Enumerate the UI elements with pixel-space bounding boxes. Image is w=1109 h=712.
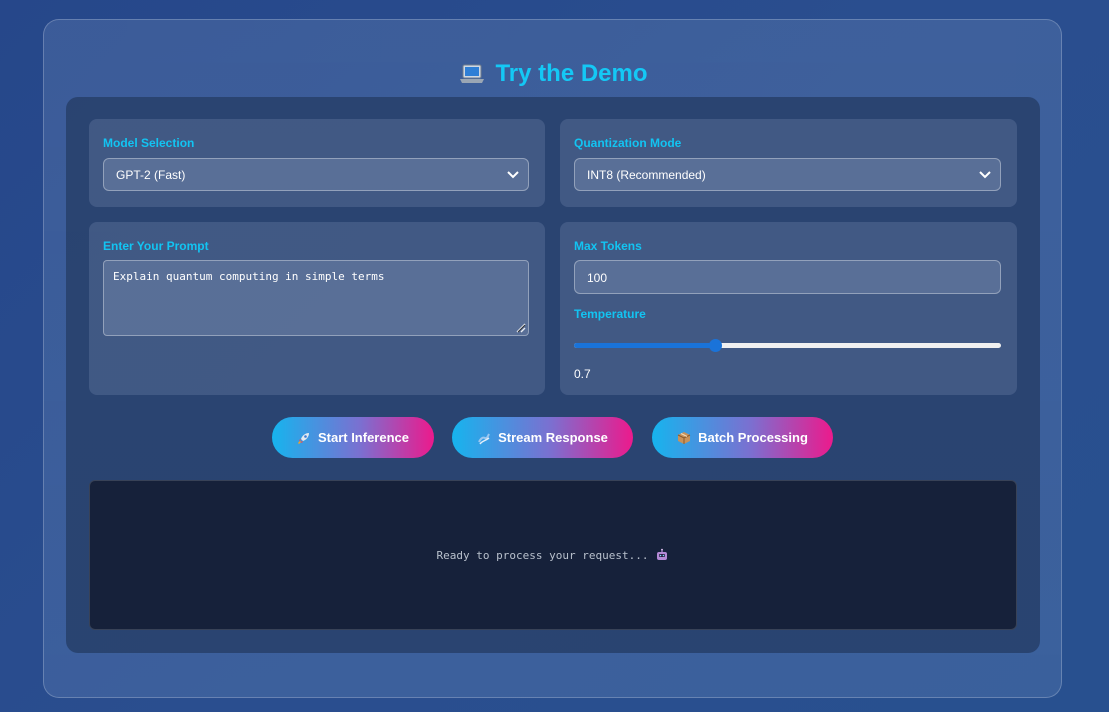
batch-processing-label: Batch Processing bbox=[698, 430, 808, 445]
output-status-text: Ready to process your request... bbox=[436, 548, 649, 562]
model-select[interactable]: GPT-2 (Fast) bbox=[103, 158, 529, 191]
page-title: Try the Demo bbox=[44, 60, 1063, 88]
prompt-label: Enter Your Prompt bbox=[103, 239, 209, 253]
chevron-down-icon bbox=[506, 169, 520, 181]
quantization-card: Quantization Mode INT8 (Recommended) bbox=[560, 119, 1017, 207]
quantization-select-value: INT8 (Recommended) bbox=[587, 168, 706, 182]
prompt-card: Enter Your Prompt Explain quantum comput… bbox=[89, 222, 545, 395]
temperature-slider-fill bbox=[574, 343, 715, 348]
temperature-label: Temperature bbox=[574, 307, 646, 321]
temperature-slider[interactable] bbox=[574, 339, 1001, 352]
model-select-value: GPT-2 (Fast) bbox=[116, 168, 186, 182]
wave-icon bbox=[477, 431, 491, 445]
start-inference-button[interactable]: Start Inference bbox=[272, 417, 434, 458]
model-selection-label: Model Selection bbox=[103, 136, 195, 150]
stream-response-button[interactable]: Stream Response bbox=[452, 417, 633, 458]
package-icon bbox=[677, 431, 691, 445]
chevron-down-icon bbox=[978, 169, 992, 181]
demo-card: Try the Demo Model Selection GPT-2 (Fast… bbox=[43, 19, 1062, 698]
resize-handle-icon[interactable] bbox=[515, 322, 526, 333]
start-inference-label: Start Inference bbox=[317, 430, 410, 445]
model-selection-card: Model Selection GPT-2 (Fast) bbox=[89, 119, 545, 207]
rocket-icon bbox=[297, 431, 311, 445]
prompt-textarea[interactable]: Explain quantum computing in simple term… bbox=[103, 260, 529, 336]
quantization-label: Quantization Mode bbox=[574, 136, 682, 150]
quantization-select[interactable]: INT8 (Recommended) bbox=[574, 158, 1001, 191]
batch-processing-button[interactable]: Batch Processing bbox=[652, 417, 833, 458]
max-tokens-input[interactable]: 100 bbox=[574, 260, 1001, 294]
output-panel: Ready to process your request... bbox=[89, 480, 1017, 630]
stream-response-label: Stream Response bbox=[498, 430, 608, 445]
parameters-card: Max Tokens 100 Temperature 0.7 bbox=[560, 222, 1017, 395]
temperature-value: 0.7 bbox=[574, 367, 591, 381]
temperature-slider-thumb[interactable] bbox=[708, 339, 722, 352]
laptop-icon bbox=[459, 63, 485, 85]
prompt-text: Explain quantum computing in simple term… bbox=[113, 270, 385, 283]
demo-panel: Model Selection GPT-2 (Fast) Quantizatio… bbox=[66, 97, 1040, 653]
robot-icon bbox=[655, 548, 669, 562]
page-title-text: Try the Demo bbox=[495, 60, 648, 87]
max-tokens-value: 100 bbox=[587, 271, 608, 285]
max-tokens-label: Max Tokens bbox=[574, 239, 642, 253]
